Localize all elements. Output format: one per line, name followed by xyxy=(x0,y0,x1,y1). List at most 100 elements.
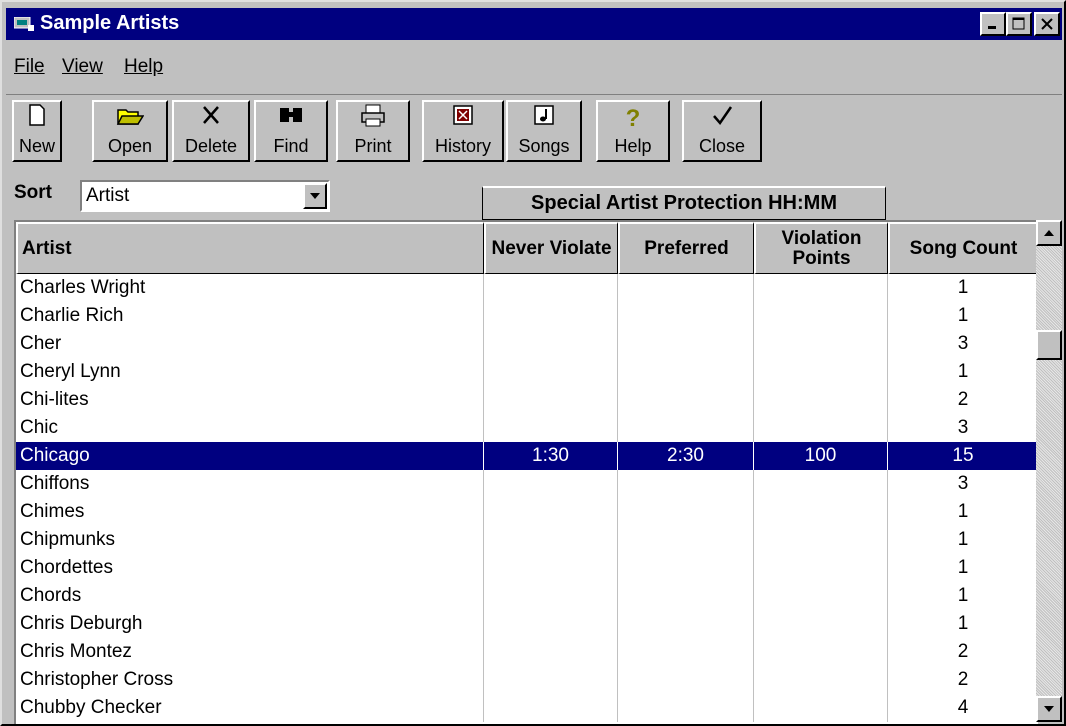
menu-help[interactable]: Help xyxy=(124,56,163,78)
sort-dropdown[interactable]: Artist xyxy=(80,180,330,212)
song-count-cell: 1 xyxy=(957,501,969,522)
sort-label: Sort xyxy=(14,182,52,203)
table-row[interactable]: Chordettes 1 xyxy=(16,554,1038,582)
never-violate-cell xyxy=(484,498,618,526)
table-row[interactable]: Chubby Checker 4 xyxy=(16,694,1038,722)
artist-cell: Cheryl Lynn xyxy=(16,358,484,386)
open-button[interactable]: Open xyxy=(92,100,168,162)
preferred-cell xyxy=(618,666,754,694)
title-bar[interactable]: Sample Artists xyxy=(6,8,1062,40)
song-count-cell: 3 xyxy=(957,333,969,354)
arrow-up-icon xyxy=(1044,230,1054,236)
table-row[interactable]: Cher 3 xyxy=(16,330,1038,358)
violation-points-cell xyxy=(754,386,888,414)
artist-cell: Chiffons xyxy=(16,470,484,498)
table-row[interactable]: Charles Wright 1 xyxy=(16,274,1038,302)
table-row[interactable]: Chi-lites 2 xyxy=(16,386,1038,414)
maximize-icon xyxy=(1012,17,1025,30)
preferred-cell xyxy=(618,470,754,498)
table-row[interactable]: Christopher Cross 2 xyxy=(16,666,1038,694)
close-window-button[interactable] xyxy=(1034,12,1060,36)
vertical-scrollbar[interactable] xyxy=(1036,220,1062,722)
table-row[interactable]: Chimes 1 xyxy=(16,498,1038,526)
new-document-icon xyxy=(14,104,60,134)
table-row[interactable]: Chicago 1:30 2:30 100 15 xyxy=(16,442,1038,470)
preferred-cell xyxy=(618,582,754,610)
never-violate-cell xyxy=(484,582,618,610)
menu-file[interactable]: File xyxy=(14,56,45,78)
song-count-cell: 2 xyxy=(957,641,969,662)
song-count-cell: 1 xyxy=(957,305,969,326)
preferred-cell xyxy=(618,638,754,666)
table-row[interactable]: Cheryl Lynn 1 xyxy=(16,358,1038,386)
column-header-song-count[interactable]: Song Count xyxy=(888,222,1038,274)
help-button[interactable]: ? Help xyxy=(596,100,670,162)
violation-points-cell xyxy=(754,302,888,330)
songs-button[interactable]: Songs xyxy=(506,100,582,162)
checkmark-icon xyxy=(684,104,760,134)
artist-cell: Charles Wright xyxy=(16,274,484,302)
table-row[interactable]: Chris Deburgh 1 xyxy=(16,610,1038,638)
column-header-never-violate[interactable]: Never Violate xyxy=(484,222,618,274)
scroll-up-button[interactable] xyxy=(1036,220,1062,246)
window-title: Sample Artists xyxy=(40,12,180,34)
never-violate-cell xyxy=(484,330,618,358)
table-row[interactable]: Chris Montez 2 xyxy=(16,638,1038,666)
toolbar: New Open Delete Find Print History Songs… xyxy=(6,94,1062,169)
never-violate-cell xyxy=(484,414,618,442)
preferred-cell xyxy=(618,694,754,722)
preferred-cell xyxy=(618,386,754,414)
artist-cell: Chris Deburgh xyxy=(16,610,484,638)
never-violate-cell xyxy=(484,358,618,386)
table-row[interactable]: Chic 3 xyxy=(16,414,1038,442)
artist-cell: Chic xyxy=(16,414,484,442)
violation-points-cell xyxy=(754,638,888,666)
close-button[interactable]: Close xyxy=(682,100,762,162)
artist-grid: Artist Never Violate Preferred Violation… xyxy=(14,220,1038,724)
violation-points-cell xyxy=(754,330,888,358)
table-row[interactable]: Chords 1 xyxy=(16,582,1038,610)
app-window: Sample Artists File View Help New Open D… xyxy=(0,0,1066,726)
column-header-violation-points[interactable]: Violation Points xyxy=(754,222,888,274)
dropdown-button[interactable] xyxy=(303,183,327,209)
new-button[interactable]: New xyxy=(12,100,62,162)
delete-button[interactable]: Delete xyxy=(172,100,250,162)
never-violate-cell xyxy=(484,610,618,638)
never-violate-cell: 1:30 xyxy=(484,442,618,470)
artist-cell: Chicago xyxy=(16,442,484,470)
scroll-down-button[interactable] xyxy=(1036,696,1062,722)
violation-points-cell xyxy=(754,498,888,526)
column-header-artist[interactable]: Artist xyxy=(16,222,484,274)
violation-points-cell xyxy=(754,666,888,694)
app-icon xyxy=(14,17,34,31)
artist-cell: Chipmunks xyxy=(16,526,484,554)
scroll-thumb[interactable] xyxy=(1036,330,1062,360)
minimize-button[interactable] xyxy=(980,12,1006,36)
column-header-preferred[interactable]: Preferred xyxy=(618,222,754,274)
sort-value: Artist xyxy=(86,185,130,206)
open-folder-icon xyxy=(94,104,166,134)
delete-x-icon xyxy=(174,104,248,134)
print-button[interactable]: Print xyxy=(336,100,410,162)
music-note-icon xyxy=(508,104,580,134)
never-violate-cell xyxy=(484,554,618,582)
table-row[interactable]: Charlie Rich 1 xyxy=(16,302,1038,330)
song-count-cell: 1 xyxy=(957,277,969,298)
menu-view[interactable]: View xyxy=(62,56,103,78)
song-count-cell: 3 xyxy=(957,417,969,438)
artist-cell: Chordettes xyxy=(16,554,484,582)
song-count-cell: 1 xyxy=(957,585,969,606)
artist-cell: Chimes xyxy=(16,498,484,526)
artist-cell: Chubby Checker xyxy=(16,694,484,722)
preferred-cell xyxy=(618,358,754,386)
history-button[interactable]: History xyxy=(422,100,504,162)
preferred-cell xyxy=(618,526,754,554)
table-row[interactable]: Chiffons 3 xyxy=(16,470,1038,498)
artist-cell: Charlie Rich xyxy=(16,302,484,330)
maximize-button[interactable] xyxy=(1006,12,1032,36)
find-button[interactable]: Find xyxy=(254,100,328,162)
artist-cell: Chords xyxy=(16,582,484,610)
never-violate-cell xyxy=(484,638,618,666)
violation-points-cell xyxy=(754,470,888,498)
table-row[interactable]: Chipmunks 1 xyxy=(16,526,1038,554)
